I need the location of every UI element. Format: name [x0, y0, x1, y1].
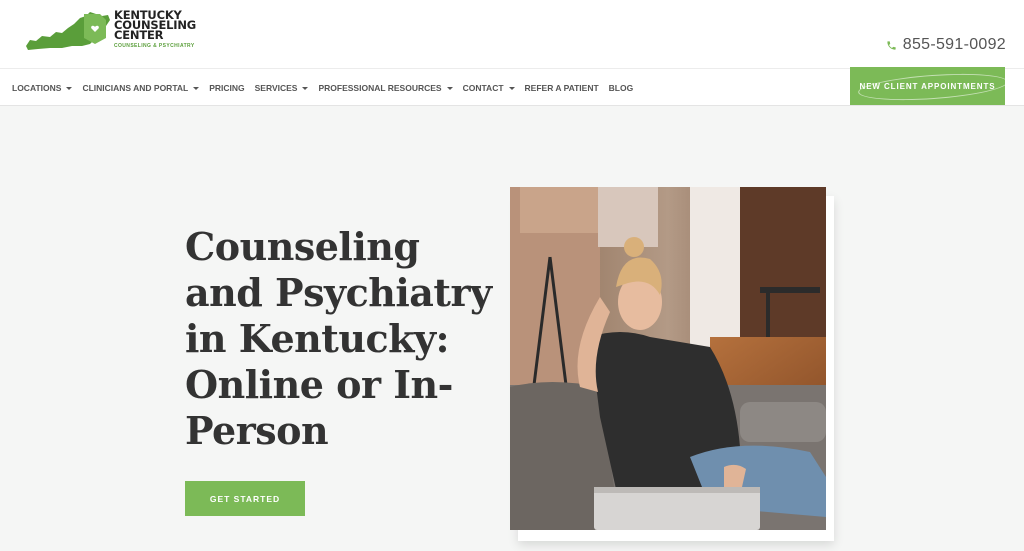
nav-item-clinicians-and-portal[interactable]: CLINICIANS AND PORTAL	[82, 83, 200, 93]
nav-item-refer-a-patient[interactable]: REFER A PATIENT	[525, 83, 599, 93]
nav-item-label: CONTACT	[462, 83, 504, 93]
phone-icon	[887, 40, 896, 50]
caret-down-icon	[302, 86, 309, 90]
phone-number: 855-591-0092	[902, 36, 1006, 53]
nav-item-label: REFER A PATIENT	[524, 83, 599, 93]
site-logo[interactable]: KENTUCKY COUNSELING CENTER COUNSELING & …	[22, 9, 214, 54]
caret-down-icon	[508, 86, 515, 90]
phone-link[interactable]: 855-591-0092	[886, 36, 1006, 54]
nav-item-services[interactable]: SERVICES	[255, 83, 309, 93]
caret-down-icon	[193, 86, 200, 90]
caret-down-icon	[446, 86, 453, 90]
nav-item-label: SERVICES	[254, 83, 298, 93]
hero-title: Counseling and Psychiatry in Kentucky: O…	[185, 224, 492, 453]
nav-item-label: LOCATIONS	[12, 83, 62, 93]
caret-down-icon	[66, 86, 73, 90]
nav-item-label: BLOG	[608, 83, 634, 93]
nav-item-label: PRICING	[209, 83, 245, 93]
hero-photo	[510, 187, 826, 530]
logo-tagline: COUNSELING & PSYCHIATRY	[114, 43, 195, 49]
logo-text: KENTUCKY COUNSELING CENTER COUNSELING & …	[114, 9, 214, 49]
kentucky-map-icon	[26, 12, 110, 50]
nav-item-label: PROFESSIONAL RESOURCES	[318, 83, 442, 93]
woman-on-couch-with-laptop-image	[510, 187, 826, 530]
nav-item-locations[interactable]: LOCATIONS	[12, 83, 73, 93]
get-started-button[interactable]: GET STARTED	[185, 481, 305, 516]
nav-item-blog[interactable]: BLOG	[609, 83, 634, 93]
nav-item-pricing[interactable]: PRICING	[209, 83, 244, 93]
main-nav: LOCATIONS CLINICIANS AND PORTAL PRICING …	[12, 69, 643, 107]
new-client-appointments-button[interactable]: NEW CLIENT APPOINTMENTS	[850, 67, 1005, 105]
site-header: KENTUCKY COUNSELING CENTER COUNSELING & …	[0, 0, 1024, 68]
swoosh-decoration	[857, 69, 1005, 105]
nav-item-label: CLINICIANS AND PORTAL	[82, 83, 189, 93]
nav-item-professional-resources[interactable]: PROFESSIONAL RESOURCES	[318, 83, 453, 93]
nav-item-contact[interactable]: CONTACT	[463, 83, 515, 93]
